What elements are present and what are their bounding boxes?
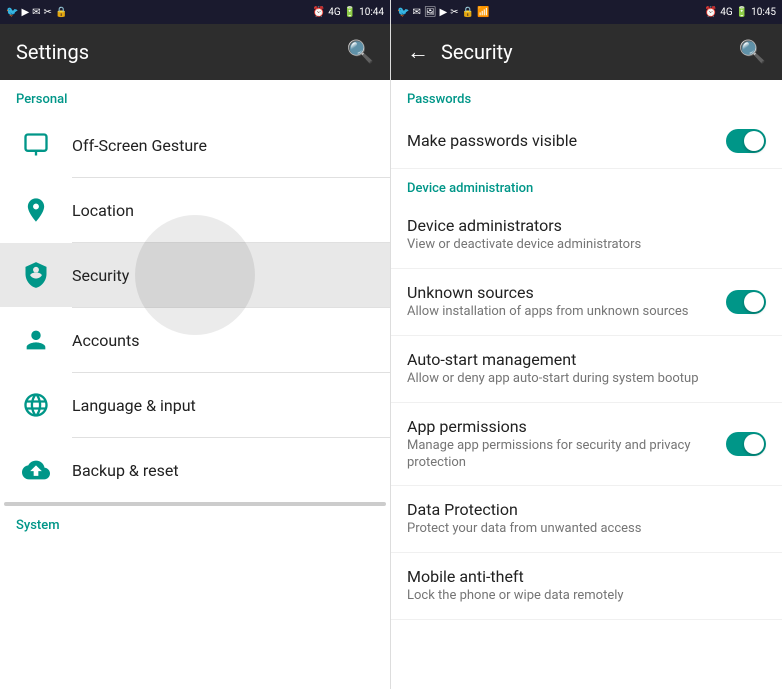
alarm-icon: ⏰ [313, 7, 325, 18]
location-text: Location [72, 201, 374, 220]
right-status-icons-left: 🐦 ✉ 🖼 ▶ ✂ 🔒 📶 [397, 7, 490, 18]
gesture-text: Off-Screen Gesture [72, 136, 374, 155]
battery-icon-r: 🔋 [736, 7, 748, 18]
app-permissions-title: App permissions [407, 417, 726, 436]
sidebar-item-backup[interactable]: Backup & reset [0, 438, 390, 502]
toggle-knob-2 [744, 292, 764, 312]
right-toolbar-title: Security [441, 40, 513, 64]
language-text: Language & input [72, 396, 374, 415]
left-toolbar-title: Settings [16, 40, 89, 64]
system-section-header: System [0, 506, 390, 539]
language-icon [16, 385, 56, 425]
left-time: 10:44 [359, 7, 384, 18]
security-text: Security [72, 266, 374, 285]
data-protection-subtitle: Protect your data from unwanted access [407, 521, 766, 538]
sim-icon-r: 📶 [477, 7, 489, 18]
right-status-icons-right: ⏰ 4G 🔋 10:45 [705, 7, 776, 18]
left-status-icons-right: ⏰ 4G 🔋 10:44 [313, 7, 384, 18]
unknown-sources-subtitle: Allow installation of apps from unknown … [407, 304, 726, 321]
network-indicator: 4G [328, 7, 340, 18]
auto-start-subtitle: Allow or deny app auto-start during syst… [407, 371, 766, 388]
data-protection-title: Data Protection [407, 500, 766, 519]
mobile-anti-theft-item[interactable]: Mobile anti-theft Lock the phone or wipe… [391, 553, 782, 620]
left-search-button[interactable]: 🔍 [347, 40, 374, 65]
unknown-sources-title: Unknown sources [407, 283, 726, 302]
back-button[interactable]: ← [407, 39, 429, 65]
passwords-section-header: Passwords [391, 80, 782, 113]
app-permissions-toggle[interactable] [726, 432, 766, 456]
left-status-bar: 🐦 ▶ ✉ ✂ 🔒 ⏰ 4G 🔋 10:44 [0, 0, 390, 24]
left-toolbar: Settings 🔍 [0, 24, 390, 80]
unknown-sources-item[interactable]: Unknown sources Allow installation of ap… [391, 269, 782, 336]
right-scroll-area: Passwords Make passwords visible Device … [391, 80, 782, 689]
photo-icon-r: 🖼 [424, 7, 437, 18]
security-title: Security [72, 266, 374, 285]
unknown-sources-toggle[interactable] [726, 290, 766, 314]
right-toolbar: ← Security 🔍 [391, 24, 782, 80]
left-scroll-area: Personal Off-Screen Gesture Location [0, 80, 390, 689]
device-administrators-text: Device administrators View or deactivate… [407, 216, 766, 254]
mobile-anti-theft-text: Mobile anti-theft Lock the phone or wipe… [407, 567, 766, 605]
backup-text: Backup & reset [72, 461, 374, 480]
left-panel: 🐦 ▶ ✉ ✂ 🔒 ⏰ 4G 🔋 10:44 Settings 🔍 Person… [0, 0, 391, 689]
lock-icon-r: 🔒 [462, 7, 474, 18]
network-indicator-r: 4G [720, 7, 732, 18]
toggle-knob-3 [744, 434, 764, 454]
make-passwords-visible-toggle[interactable] [726, 129, 766, 153]
mobile-anti-theft-subtitle: Lock the phone or wipe data remotely [407, 588, 766, 605]
alarm-icon-r: ⏰ [705, 7, 717, 18]
gmail-icon-r: ✉ [412, 7, 420, 18]
auto-start-title: Auto-start management [407, 350, 766, 369]
device-administrators-item[interactable]: Device administrators View or deactivate… [391, 202, 782, 269]
sidebar-item-security[interactable]: Security [0, 243, 390, 307]
left-status-icons-left: 🐦 ▶ ✉ ✂ 🔒 [6, 7, 67, 18]
accounts-title: Accounts [72, 331, 374, 350]
backup-title: Backup & reset [72, 461, 374, 480]
right-panel: 🐦 ✉ 🖼 ▶ ✂ 🔒 📶 ⏰ 4G 🔋 10:45 ← Security 🔍 … [391, 0, 782, 689]
app-permissions-subtitle: Manage app permissions for security and … [407, 438, 726, 472]
device-admin-section-header: Device administration [391, 169, 782, 202]
youtube-icon: ▶ [21, 7, 29, 18]
device-administrators-title: Device administrators [407, 216, 766, 235]
auto-start-text: Auto-start management Allow or deny app … [407, 350, 766, 388]
make-passwords-visible-text: Make passwords visible [407, 131, 726, 150]
backup-icon [16, 450, 56, 490]
auto-start-item[interactable]: Auto-start management Allow or deny app … [391, 336, 782, 403]
toolbar-left-group: ← Security [407, 39, 513, 65]
location-icon [16, 190, 56, 230]
gmail-icon: ✉ [32, 7, 40, 18]
battery-icon: 🔋 [344, 7, 356, 18]
unknown-sources-text: Unknown sources Allow installation of ap… [407, 283, 726, 321]
video-icon-r: ▶ [440, 7, 448, 18]
app-permissions-item[interactable]: App permissions Manage app permissions f… [391, 403, 782, 487]
data-protection-text: Data Protection Protect your data from u… [407, 500, 766, 538]
scissors-icon: ✂ [44, 7, 52, 18]
security-icon [16, 255, 56, 295]
twitter-icon: 🐦 [6, 7, 18, 18]
accounts-icon [16, 320, 56, 360]
gesture-icon [16, 125, 56, 165]
sidebar-item-language[interactable]: Language & input [0, 373, 390, 437]
app-permissions-text: App permissions Manage app permissions f… [407, 417, 726, 472]
sidebar-item-off-screen-gesture[interactable]: Off-Screen Gesture [0, 113, 390, 177]
gesture-title: Off-Screen Gesture [72, 136, 374, 155]
make-passwords-visible-item[interactable]: Make passwords visible [391, 113, 782, 169]
data-protection-item[interactable]: Data Protection Protect your data from u… [391, 486, 782, 553]
location-title: Location [72, 201, 374, 220]
sidebar-item-accounts[interactable]: Accounts [0, 308, 390, 372]
mobile-anti-theft-title: Mobile anti-theft [407, 567, 766, 586]
language-title: Language & input [72, 396, 374, 415]
scissors-icon-r: ✂ [450, 7, 458, 18]
accounts-text: Accounts [72, 331, 374, 350]
toggle-knob [744, 131, 764, 151]
personal-section-header: Personal [0, 80, 390, 113]
right-status-bar: 🐦 ✉ 🖼 ▶ ✂ 🔒 📶 ⏰ 4G 🔋 10:45 [391, 0, 782, 24]
twitter-icon-r: 🐦 [397, 7, 409, 18]
lock-icon: 🔒 [55, 7, 67, 18]
right-search-button[interactable]: 🔍 [739, 40, 766, 65]
sidebar-item-location[interactable]: Location [0, 178, 390, 242]
device-administrators-subtitle: View or deactivate device administrators [407, 237, 766, 254]
right-time: 10:45 [751, 7, 776, 18]
make-passwords-visible-title: Make passwords visible [407, 131, 726, 150]
